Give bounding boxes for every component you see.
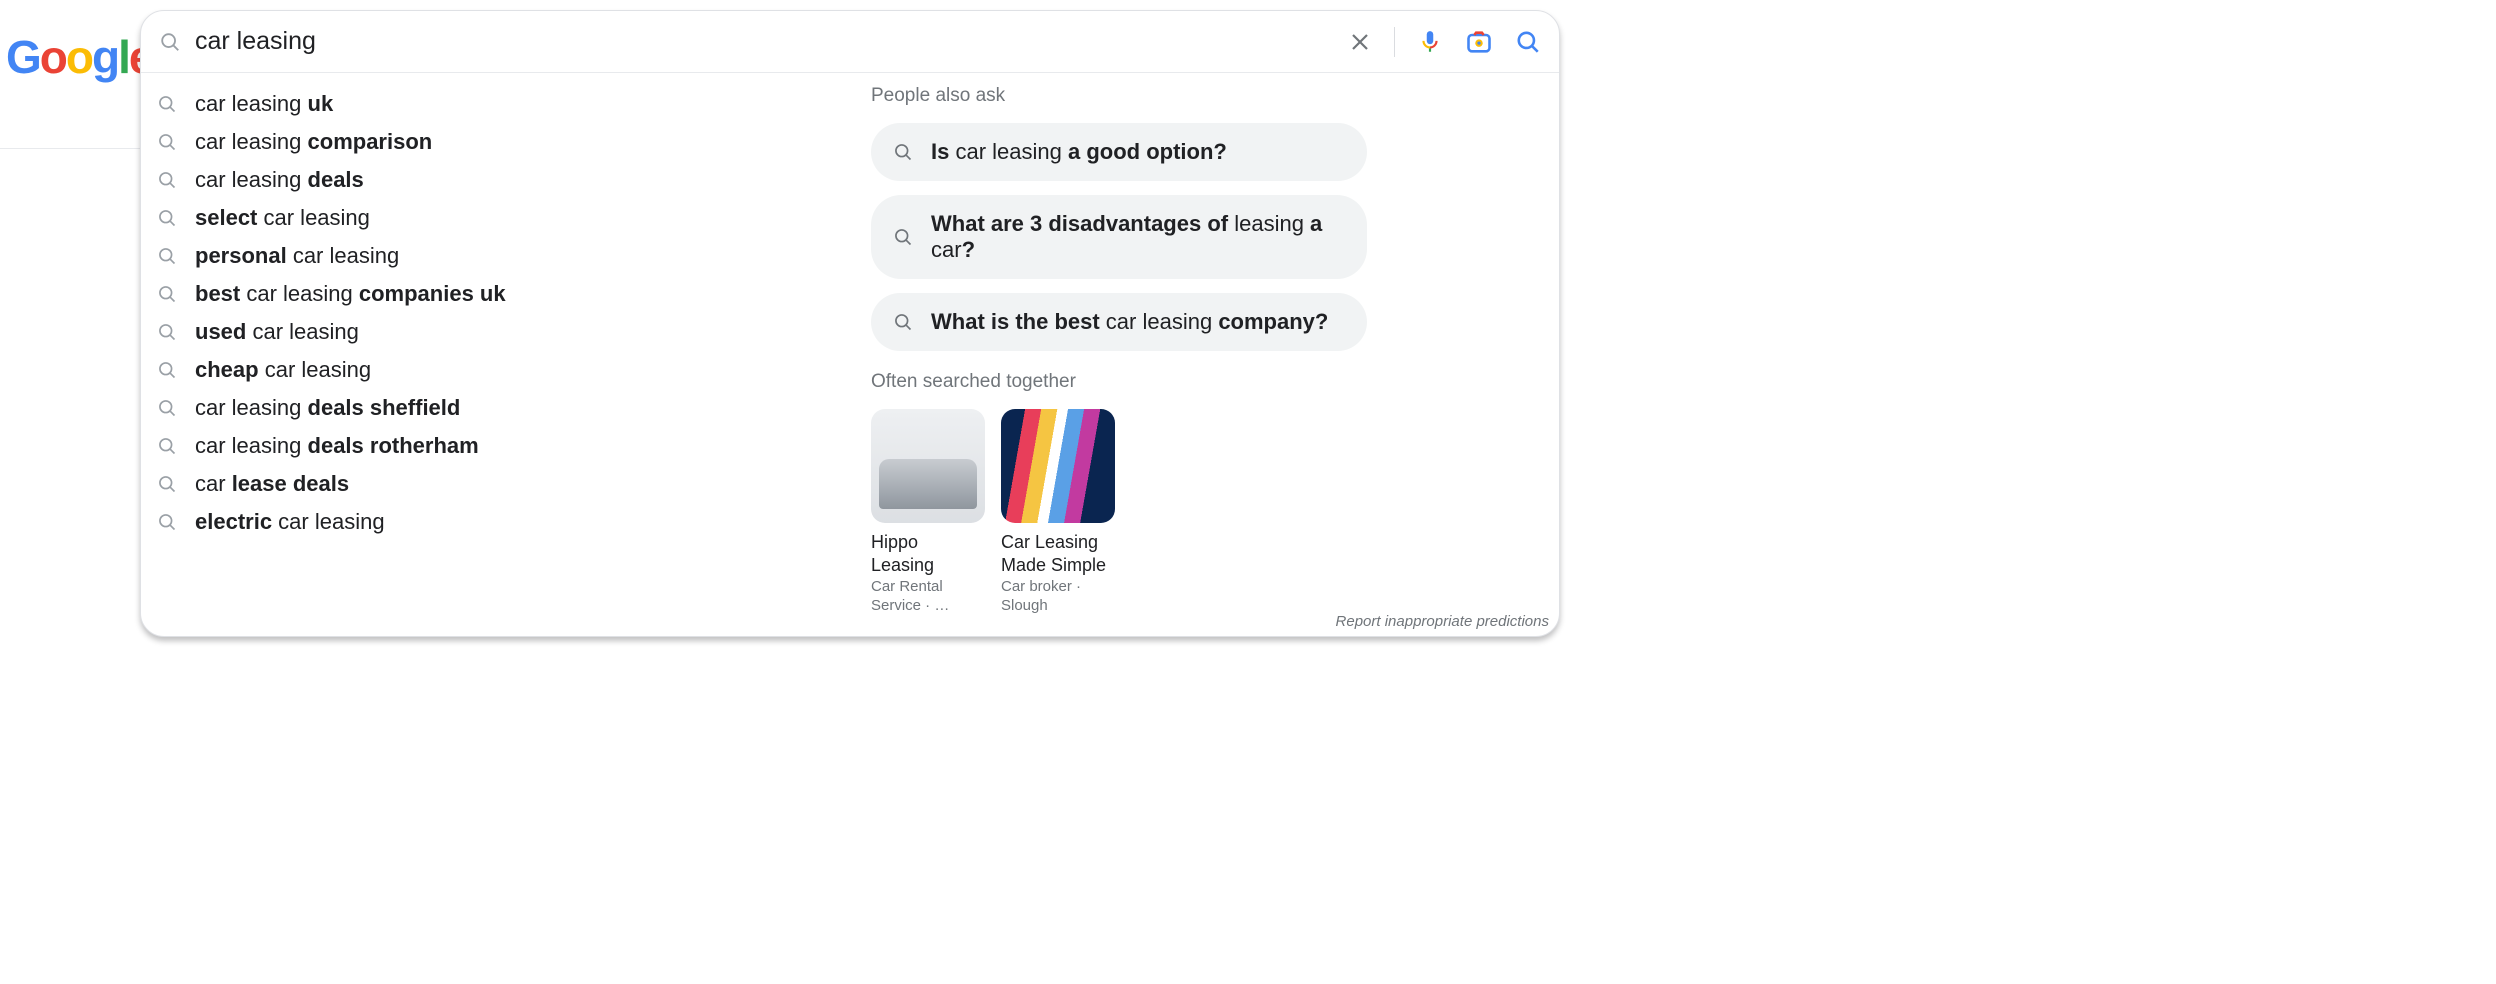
- suggestion-item[interactable]: car leasing comparison: [157, 123, 871, 161]
- suggestion-item[interactable]: cheap car leasing: [157, 351, 871, 389]
- often-searched-item[interactable]: Hippo LeasingCar Rental Service · …: [871, 409, 985, 616]
- suggestion-text: electric car leasing: [195, 509, 385, 535]
- ost-title: Hippo Leasing: [871, 531, 985, 576]
- people-also-ask-list: Is car leasing a good option? What are 3 …: [871, 123, 1367, 351]
- ost-subtitle: Car Rental Service · …: [871, 578, 985, 616]
- people-also-ask-item[interactable]: What is the best car leasing company?: [871, 293, 1367, 351]
- suggestion-text: car leasing deals sheffield: [195, 395, 460, 421]
- often-searched-list: Hippo LeasingCar Rental Service · …Car L…: [871, 409, 1367, 616]
- suggestions-list: car leasing uk car leasing comparison car …: [141, 85, 871, 616]
- search-bar: [141, 11, 1559, 73]
- search-icon: [157, 208, 177, 228]
- search-icon: [157, 322, 177, 342]
- suggestion-text: car leasing uk: [195, 91, 333, 117]
- suggestion-text: car leasing deals rotherham: [195, 433, 479, 459]
- report-predictions-link[interactable]: Report inappropriate predictions: [1336, 613, 1549, 630]
- search-icon: [157, 132, 177, 152]
- paa-text: Is car leasing a good option?: [931, 139, 1227, 165]
- thumbnail: [871, 409, 985, 523]
- people-also-ask-item[interactable]: Is car leasing a good option?: [871, 123, 1367, 181]
- suggestion-text: personal car leasing: [195, 243, 399, 269]
- search-icon: [157, 474, 177, 494]
- search-icon: [157, 398, 177, 418]
- search-input[interactable]: [195, 27, 1348, 56]
- dropdown-body: car leasing uk car leasing comparison car …: [141, 73, 1559, 616]
- often-searched-heading: Often searched together: [871, 371, 1367, 393]
- clear-icon[interactable]: [1348, 30, 1372, 54]
- suggestion-item[interactable]: personal car leasing: [157, 237, 871, 275]
- people-also-ask-heading: People also ask: [871, 85, 1367, 107]
- search-icon: [893, 312, 913, 332]
- search-button-icon[interactable]: [1515, 29, 1541, 55]
- suggestion-item[interactable]: used car leasing: [157, 313, 871, 351]
- often-searched-item[interactable]: Car Leasing Made SimpleCar broker · Slou…: [1001, 409, 1115, 616]
- image-search-icon[interactable]: [1465, 28, 1493, 56]
- ost-title: Car Leasing Made Simple: [1001, 531, 1115, 576]
- suggestion-text: car leasing comparison: [195, 129, 432, 155]
- voice-search-icon[interactable]: [1417, 29, 1443, 55]
- search-icon: [157, 170, 177, 190]
- page-divider: [0, 148, 140, 149]
- thumbnail: [1001, 409, 1115, 523]
- ost-subtitle: Car broker · Slough: [1001, 578, 1115, 616]
- search-dropdown: car leasing uk car leasing comparison car …: [140, 10, 1560, 637]
- suggestion-text: car leasing deals: [195, 167, 364, 193]
- suggestion-item[interactable]: best car leasing companies uk: [157, 275, 871, 313]
- google-logo[interactable]: Google: [6, 30, 152, 84]
- suggestion-item[interactable]: car leasing deals sheffield: [157, 389, 871, 427]
- search-icon: [157, 94, 177, 114]
- search-actions: [1348, 27, 1541, 57]
- suggestion-item[interactable]: car leasing deals: [157, 161, 871, 199]
- suggestion-text: used car leasing: [195, 319, 359, 345]
- right-panel: People also ask Is car leasing a good op…: [871, 85, 1391, 616]
- suggestion-item[interactable]: electric car leasing: [157, 503, 871, 541]
- suggestion-item[interactable]: car lease deals: [157, 465, 871, 503]
- search-icon: [157, 246, 177, 266]
- suggestion-text: car lease deals: [195, 471, 349, 497]
- search-icon: [893, 142, 913, 162]
- search-icon: [157, 360, 177, 380]
- vertical-divider: [1394, 27, 1395, 57]
- search-icon: [157, 284, 177, 304]
- suggestion-item[interactable]: select car leasing: [157, 199, 871, 237]
- search-icon: [157, 436, 177, 456]
- search-icon: [893, 227, 913, 247]
- suggestion-text: best car leasing companies uk: [195, 281, 506, 307]
- suggestion-item[interactable]: car leasing uk: [157, 85, 871, 123]
- people-also-ask-item[interactable]: What are 3 disadvantages of leasing a ca…: [871, 195, 1367, 279]
- search-icon: [159, 31, 181, 53]
- suggestion-item[interactable]: car leasing deals rotherham: [157, 427, 871, 465]
- search-icon: [157, 512, 177, 532]
- paa-text: What are 3 disadvantages of leasing a ca…: [931, 211, 1345, 263]
- suggestion-text: select car leasing: [195, 205, 370, 231]
- paa-text: What is the best car leasing company?: [931, 309, 1328, 335]
- suggestion-text: cheap car leasing: [195, 357, 371, 383]
